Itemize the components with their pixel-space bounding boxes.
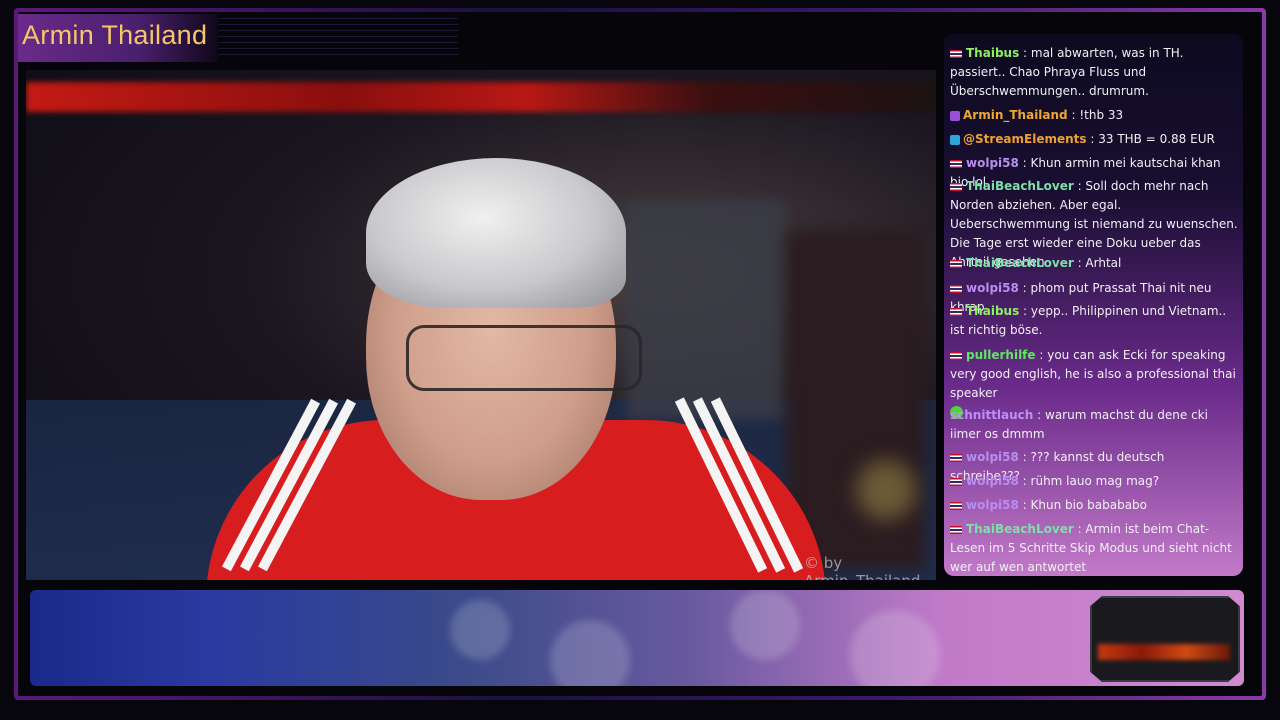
flag-icon <box>950 259 962 268</box>
flag-icon <box>950 182 962 191</box>
flag-icon <box>950 453 962 462</box>
chat-separator: : <box>1018 498 1031 512</box>
person-hair <box>366 158 626 308</box>
chat-top-fade <box>944 34 1243 48</box>
chat-text: Khun bio babababo <box>1030 498 1148 512</box>
chat-message: Thaibus : mal abwarten, was in TH. passi… <box>950 44 1238 101</box>
chat-message: wolpi58 : rühm lauo mag mag? <box>950 472 1238 491</box>
background-red-banner <box>26 82 936 112</box>
chat-username[interactable]: wolpi58 <box>966 474 1019 488</box>
chat-separator: : <box>1018 156 1031 170</box>
flag-icon <box>950 351 962 360</box>
bokeh-light <box>850 610 940 686</box>
chat-panel[interactable]: Thaibus : mal abwarten, was in TH. passi… <box>944 34 1243 576</box>
flag-icon <box>950 525 962 534</box>
chat-separator: : <box>1067 108 1080 122</box>
chat-message: @StreamElements : 33 THB = 0.88 EUR <box>950 130 1238 149</box>
flag-icon <box>950 49 962 58</box>
chat-username[interactable]: @StreamElements <box>963 132 1087 146</box>
chat-username[interactable]: Thaibus <box>966 46 1019 60</box>
secondary-camera-thumbnail <box>1090 596 1240 682</box>
chat-username[interactable]: ThaiBeachLover <box>966 179 1074 193</box>
title-decoration <box>218 18 458 58</box>
chat-username[interactable]: Armin_Thailand <box>963 108 1068 122</box>
chat-separator: : <box>1035 348 1048 362</box>
chat-username[interactable]: Thaibus <box>966 304 1019 318</box>
chat-message: schnittlauch : warum machst du dene cki … <box>950 406 1238 444</box>
chat-text: rühm lauo mag mag? <box>1030 474 1160 488</box>
chat-message: ThaiBeachLover : Armin ist beim Chat-Les… <box>950 520 1238 576</box>
broadcaster-icon <box>950 110 960 121</box>
chat-username[interactable]: schnittlauch <box>950 408 1033 422</box>
chat-separator: : <box>1019 304 1031 318</box>
chat-message: Thaibus : yepp.. Philippinen und Vietnam… <box>950 302 1238 340</box>
bot-icon <box>950 134 960 145</box>
chat-username[interactable]: ThaiBeachLover <box>966 256 1074 270</box>
camera-glow <box>1098 644 1230 660</box>
chat-separator: : <box>1018 281 1031 295</box>
chat-separator: : <box>1073 256 1086 270</box>
flag-icon <box>950 159 962 168</box>
chat-username[interactable]: pullerhilfe <box>966 348 1036 362</box>
chat-message: Armin_Thailand : !thb 33 <box>950 106 1238 125</box>
chat-username[interactable]: wolpi58 <box>966 498 1019 512</box>
chat-separator: : <box>1018 474 1031 488</box>
chat-username[interactable]: wolpi58 <box>966 281 1019 295</box>
bokeh-light <box>450 600 510 660</box>
flag-icon <box>950 477 962 486</box>
glasses-icon <box>406 325 642 391</box>
chat-separator: : <box>1086 132 1099 146</box>
bottom-banner <box>30 590 1244 686</box>
chat-text: Arhtal <box>1085 256 1122 270</box>
channel-title: Armin Thailand <box>22 20 208 50</box>
chat-separator: : <box>1033 408 1046 422</box>
bokeh-light <box>550 620 630 686</box>
chat-separator: : <box>1019 46 1031 60</box>
chat-username[interactable]: ThaiBeachLover <box>966 522 1074 536</box>
chat-username[interactable]: wolpi58 <box>966 450 1019 464</box>
chat-separator: : <box>1073 179 1086 193</box>
chat-text: 33 THB = 0.88 EUR <box>1098 132 1215 146</box>
chat-message: ThaiBeachLover : Arhtal <box>950 254 1238 273</box>
chat-separator: : <box>1073 522 1086 536</box>
chat-separator: : <box>1018 450 1031 464</box>
background-lamp <box>856 460 916 520</box>
chat-username[interactable]: wolpi58 <box>966 156 1019 170</box>
video-watermark: © by Armin_Thailand <box>804 554 920 580</box>
webcam-video: © by Armin_Thailand <box>26 70 936 580</box>
flag-icon <box>950 284 962 293</box>
background-shelf <box>626 200 786 420</box>
chat-message: wolpi58 : Khun bio babababo <box>950 496 1238 515</box>
chat-text: !thb 33 <box>1079 108 1124 122</box>
flag-icon <box>950 501 962 510</box>
flag-icon <box>950 307 962 316</box>
bokeh-light <box>730 590 800 660</box>
